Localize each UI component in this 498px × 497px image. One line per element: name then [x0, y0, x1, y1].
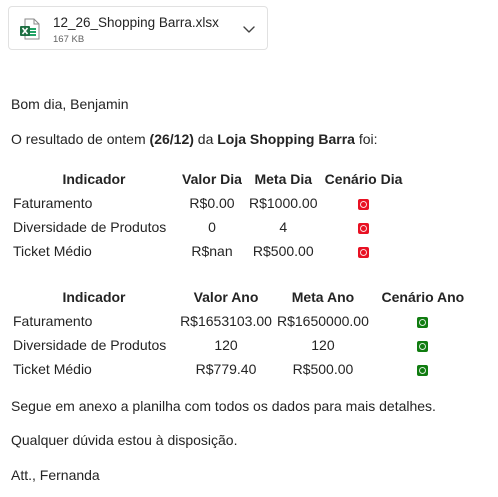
yearly-indicators-table: Indicador Valor Ano Meta Ano Cenário Ano… — [11, 285, 475, 381]
intro-prefix: O resultado de ontem — [11, 131, 150, 147]
chevron-down-icon[interactable] — [239, 19, 259, 39]
target-cell: 120 — [311, 337, 335, 353]
scenario-cell — [371, 333, 475, 357]
indicator-cell: Diversidade de Produtos — [13, 219, 167, 235]
intro-mid: da — [193, 131, 218, 147]
scenario-cell — [320, 215, 408, 239]
attachment-file-name[interactable]: 12_26_Shopping Barra.xlsx — [53, 15, 219, 30]
status-green-icon — [417, 364, 429, 376]
status-green-icon — [417, 316, 429, 328]
intro-suffix: foi: — [354, 131, 378, 147]
indicator-cell: Diversidade de Produtos — [13, 337, 167, 353]
header-target-year: Meta Ano — [291, 289, 355, 305]
indicator-cell: Faturamento — [13, 195, 93, 211]
greeting-text: Bom dia, Benjamin — [11, 96, 129, 112]
indicator-cell: Faturamento — [13, 313, 93, 329]
excel-file-icon — [20, 18, 40, 40]
scenario-cell — [371, 357, 475, 381]
indicator-cell: Ticket Médio — [13, 361, 92, 377]
status-red-icon — [358, 198, 370, 210]
target-cell: 4 — [279, 219, 288, 235]
status-red-icon — [358, 222, 370, 234]
table-row: Faturamento R$0.00 R$1000.00 — [11, 191, 408, 215]
table-header-row: Indicador Valor Dia Meta Dia Cenário Dia — [11, 167, 408, 191]
annex-note: Segue em anexo a planilha com todos os d… — [11, 398, 436, 414]
value-cell: R$nan — [191, 243, 233, 259]
value-cell: R$0.00 — [189, 195, 235, 211]
intro-store: Loja Shopping Barra — [217, 131, 355, 147]
target-cell: R$1000.00 — [249, 195, 318, 211]
attachment-file-size: 167 KB — [53, 34, 85, 45]
header-scenario-day: Cenário Dia — [324, 171, 403, 187]
status-red-icon — [358, 246, 370, 258]
intro-text: O resultado de ontem (26/12) da Loja Sho… — [11, 131, 378, 147]
table-row: Ticket Médio R$779.40 R$500.00 — [11, 357, 475, 381]
header-scenario-year: Cenário Ano — [381, 289, 465, 305]
indicator-cell: Ticket Médio — [13, 243, 92, 259]
value-cell: 120 — [214, 337, 238, 353]
value-cell: 0 — [208, 219, 216, 235]
doubts-note: Qualquer dúvida estou à disposição. — [11, 432, 238, 448]
table-row: Faturamento R$1653103.00 R$1650000.00 — [11, 309, 475, 333]
target-cell: R$1650000.00 — [277, 313, 369, 329]
target-cell: R$500.00 — [292, 361, 354, 377]
scenario-cell — [320, 191, 408, 215]
table-row: Diversidade de Produtos 0 4 — [11, 215, 408, 239]
table-row: Diversidade de Produtos 120 120 — [11, 333, 475, 357]
scenario-cell — [320, 239, 408, 263]
header-value-year: Valor Ano — [193, 289, 259, 305]
header-target-day: Meta Dia — [254, 171, 313, 187]
header-indicator: Indicador — [62, 289, 126, 305]
intro-date: (26/12) — [149, 131, 194, 147]
header-value-day: Valor Dia — [182, 171, 242, 187]
attachment-card[interactable]: 12_26_Shopping Barra.xlsx 167 KB — [8, 6, 268, 50]
value-cell: R$1653103.00 — [180, 313, 272, 329]
daily-indicators-table: Indicador Valor Dia Meta Dia Cenário Dia… — [11, 167, 408, 263]
status-green-icon — [417, 340, 429, 352]
target-cell: R$500.00 — [252, 243, 314, 259]
header-indicator: Indicador — [62, 171, 126, 187]
signoff-text: Att., Fernanda — [11, 467, 100, 483]
value-cell: R$779.40 — [195, 361, 257, 377]
scenario-cell — [371, 309, 475, 333]
table-row: Ticket Médio R$nan R$500.00 — [11, 239, 408, 263]
table-header-row: Indicador Valor Ano Meta Ano Cenário Ano — [11, 285, 475, 309]
